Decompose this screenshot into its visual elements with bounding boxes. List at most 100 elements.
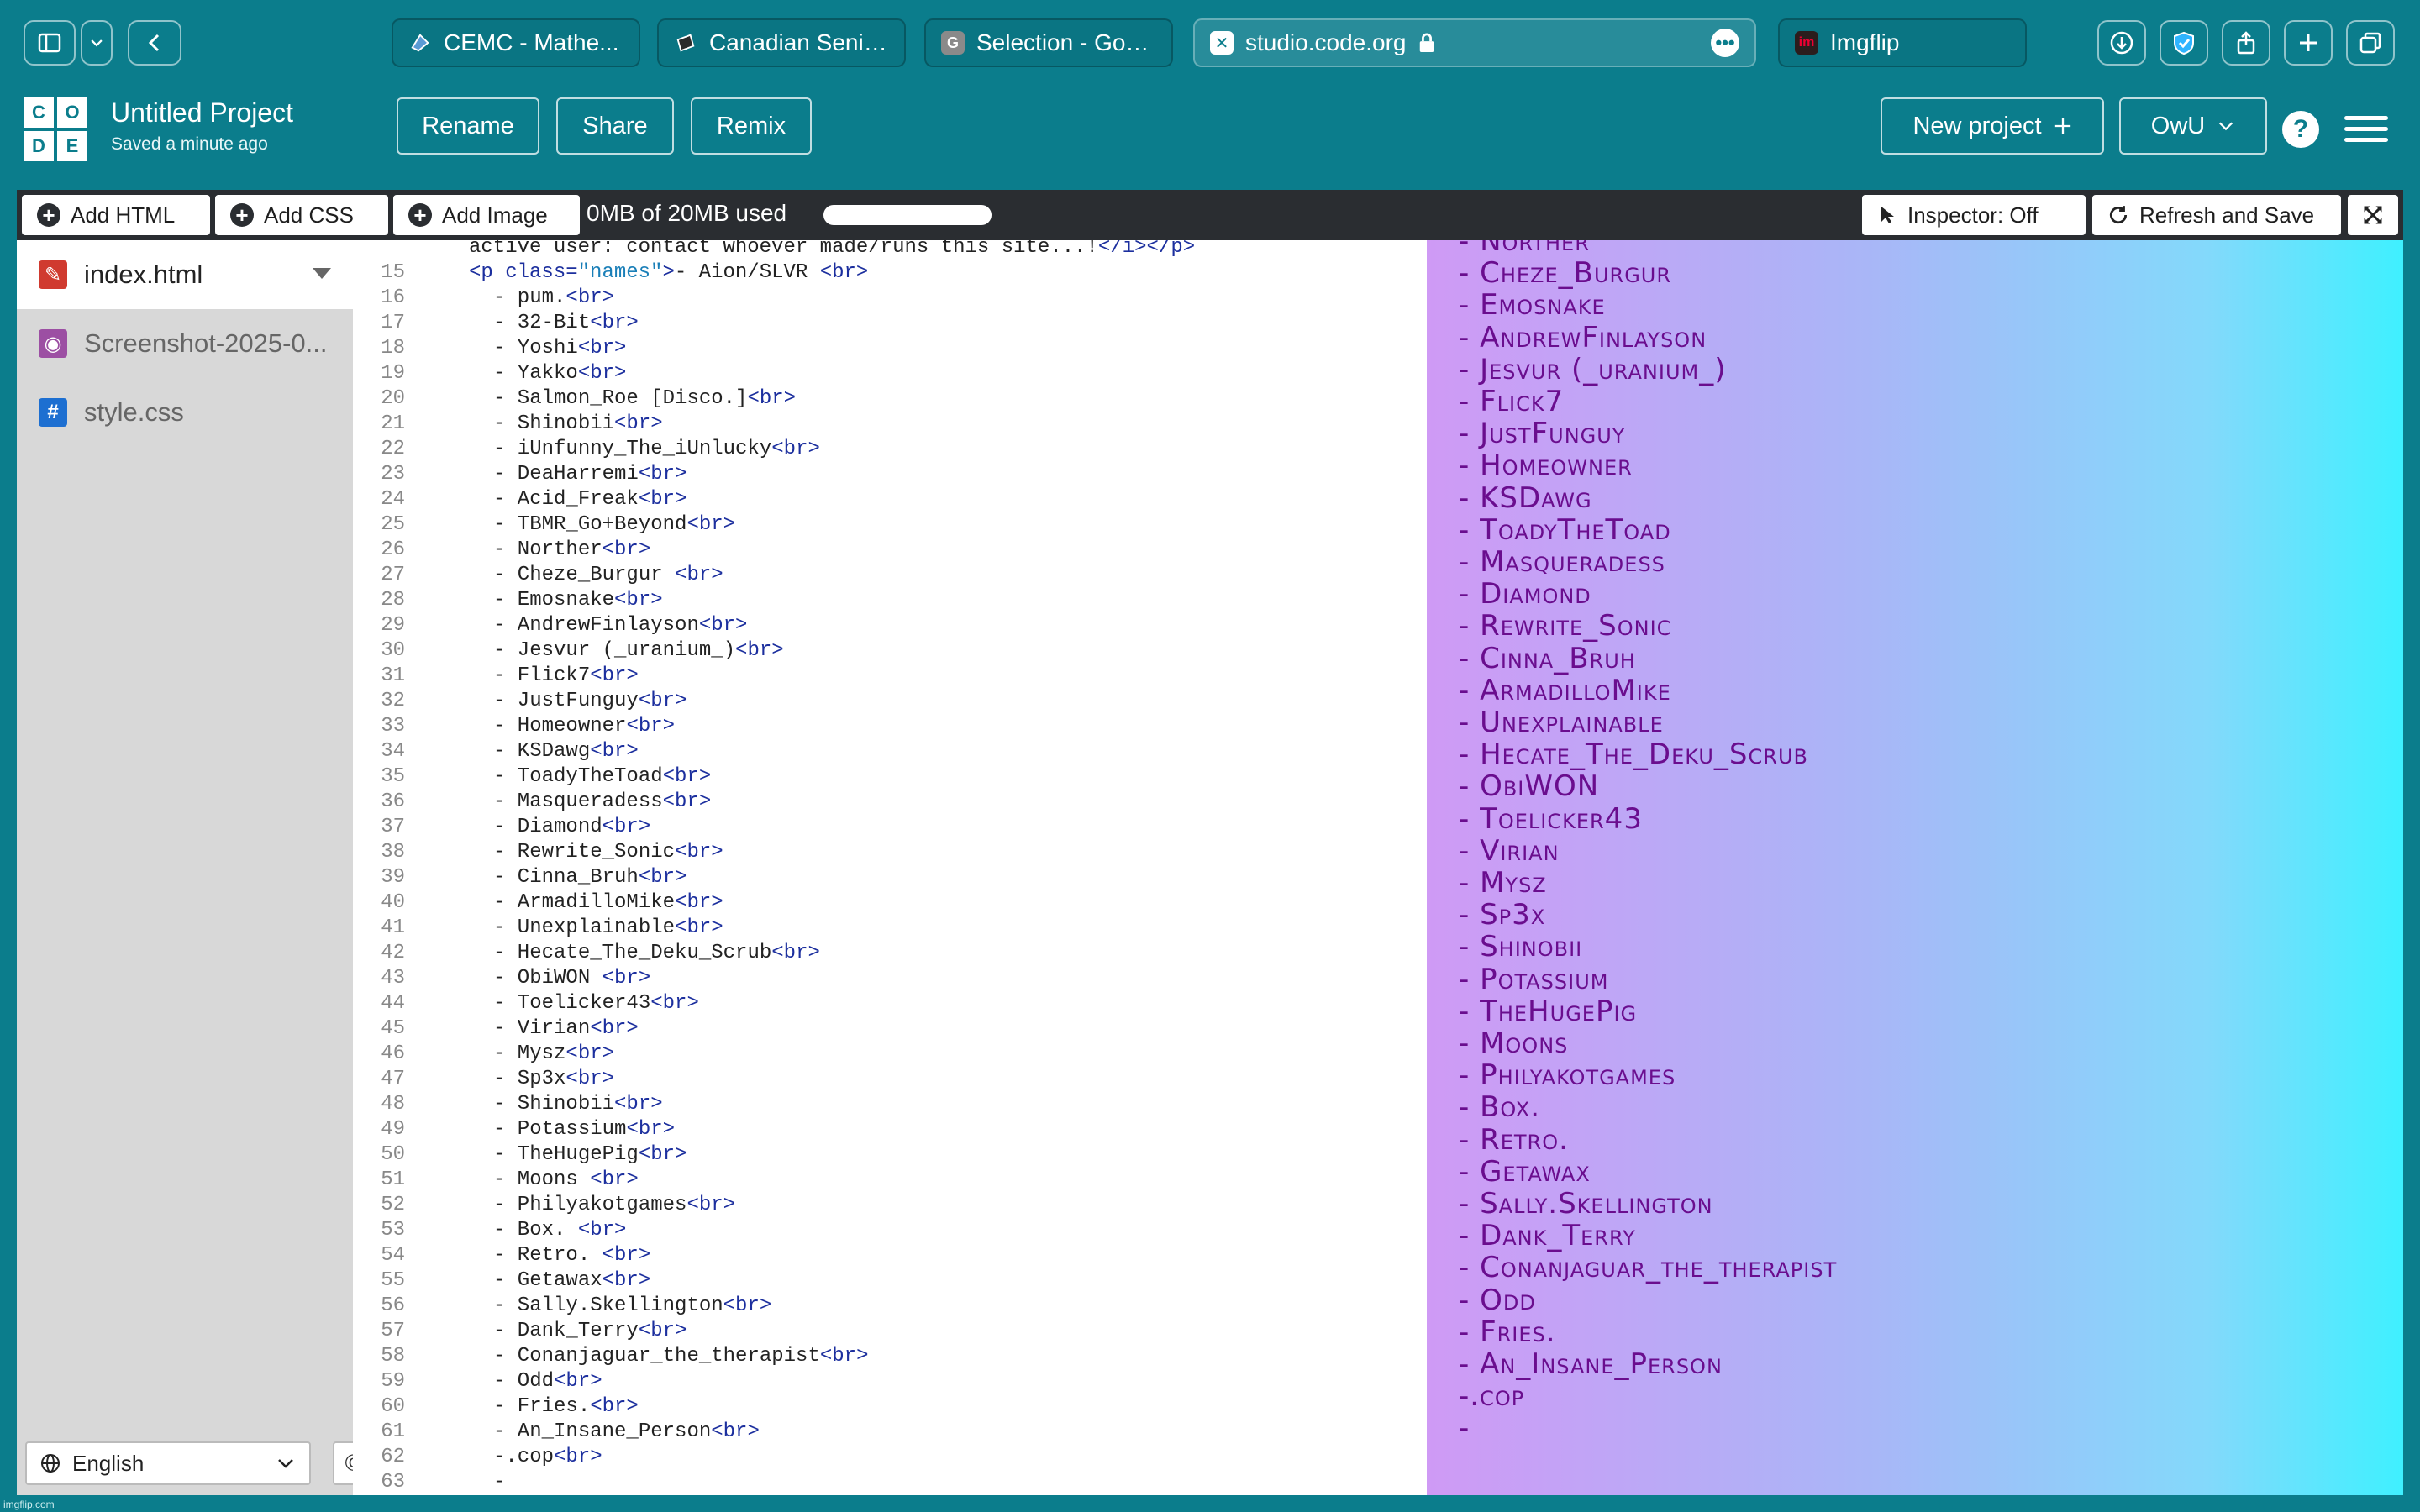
code-fragment: - Mysz xyxy=(493,1042,566,1065)
tab-imgflip[interactable]: im Imgflip xyxy=(1778,18,2027,67)
share-button[interactable]: Share xyxy=(556,97,674,155)
line-number: 47 xyxy=(381,1068,405,1090)
html-tag: <br> xyxy=(735,639,784,662)
code-line: 48 - Shinobii<br> xyxy=(353,1092,1427,1117)
downloads-button[interactable] xyxy=(2097,20,2146,66)
code-text: - Getawax<br> xyxy=(493,1268,650,1294)
line-number: 21 xyxy=(381,412,405,435)
help-button[interactable]: ? xyxy=(2282,111,2319,148)
line-number: 38 xyxy=(381,841,405,864)
file-item-index-html[interactable]: ✎ index.html xyxy=(17,240,353,309)
code-line: 60 - Fries.<br> xyxy=(353,1394,1427,1420)
expand-icon xyxy=(2364,206,2382,224)
preview-name-line: - Diamond xyxy=(1459,577,1591,612)
cemc-icon xyxy=(674,31,697,55)
line-number: 39 xyxy=(381,866,405,889)
refresh-label: Refresh and Save xyxy=(2139,202,2315,228)
inspector-toggle-button[interactable]: Inspector: Off xyxy=(1862,195,2086,235)
line-number: 48 xyxy=(381,1093,405,1116)
caret-down-icon[interactable] xyxy=(313,268,331,279)
user-menu-button[interactable]: OwU xyxy=(2119,97,2267,155)
remix-button[interactable]: Remix xyxy=(691,97,812,155)
chevron-down-icon xyxy=(278,1459,293,1468)
add-css-button[interactable]: + Add CSS xyxy=(215,195,388,235)
refresh-and-save-button[interactable]: Refresh and Save xyxy=(2092,195,2341,235)
globe-icon xyxy=(41,1454,60,1473)
tab-overview-button[interactable] xyxy=(2346,20,2395,66)
code-fragment: - Yoshi xyxy=(493,337,578,360)
html-tag: <br> xyxy=(638,1143,687,1166)
line-number: 23 xyxy=(381,463,405,486)
code-line: 31 - Flick7<br> xyxy=(353,664,1427,689)
add-html-button[interactable]: + Add HTML xyxy=(22,195,210,235)
html-tag: <br> xyxy=(638,866,687,889)
storage-usage-text: 0MB of 20MB used xyxy=(587,200,787,226)
code-editor[interactable]: active user: contact whoever made/runs t… xyxy=(353,240,1427,1495)
fullscreen-button[interactable] xyxy=(2348,195,2398,235)
file-item-style-css[interactable]: # style.css xyxy=(17,378,353,447)
chevron-down-icon xyxy=(2219,122,2233,131)
preview-name-line: - Philyakotgames xyxy=(1459,1058,1676,1093)
new-project-button[interactable]: New project xyxy=(1881,97,2104,155)
tab-selection-google[interactable]: G Selection - Goo... xyxy=(924,18,1173,67)
html-tag: <br> xyxy=(662,790,712,813)
hamburger-menu-icon[interactable] xyxy=(2344,109,2388,148)
preview-name-line: - Box. xyxy=(1459,1090,1541,1125)
add-css-label: Add CSS xyxy=(264,202,354,228)
code-text: - Jesvur (_uranium_)<br> xyxy=(493,638,784,664)
code-fragment: - xyxy=(493,1471,518,1494)
preview-name-line: - Hecate_The_Deku_Scrub xyxy=(1459,738,1808,772)
tab-studio-code-org[interactable]: ✕ studio.code.org ••• xyxy=(1193,18,1756,67)
file-item-screenshot[interactable]: ◉ Screenshot-2025-0... xyxy=(17,309,353,378)
code-text: - Box. <br> xyxy=(493,1218,626,1243)
language-select[interactable]: English xyxy=(25,1441,311,1485)
line-number: 22 xyxy=(381,438,405,460)
line-number: 31 xyxy=(381,664,405,687)
html-file-icon: ✎ xyxy=(39,260,67,289)
add-image-label: Add Image xyxy=(442,202,548,228)
tab-canadian-senior[interactable]: Canadian Senior... xyxy=(657,18,906,67)
plus-icon xyxy=(2300,34,2317,51)
tab-label: Canadian Senior... xyxy=(709,29,889,55)
html-tag: <br> xyxy=(602,967,651,990)
html-tag: <br> xyxy=(590,664,639,687)
html-tag: <br> xyxy=(819,261,869,284)
code-text: - xyxy=(493,1470,518,1495)
tab-label: Selection - Goo... xyxy=(976,29,1156,55)
add-image-button[interactable]: + Add Image xyxy=(393,195,580,235)
code-text: - Emosnake<br> xyxy=(493,588,663,613)
new-tab-button[interactable] xyxy=(2284,20,2333,66)
code-line: 44 - Toelicker43<br> xyxy=(353,991,1427,1016)
line-number: 37 xyxy=(381,816,405,838)
preview-name-line: - Sally.Skellington xyxy=(1459,1187,1713,1221)
back-button[interactable] xyxy=(128,20,182,66)
html-tag: <br> xyxy=(638,690,687,712)
share-page-button[interactable] xyxy=(2222,20,2270,66)
preview-name-line: - Homeowner xyxy=(1459,449,1633,483)
sidebar-toggle-button[interactable] xyxy=(24,20,76,66)
code-org-logo[interactable]: C O D E xyxy=(24,97,87,161)
remix-label: Remix xyxy=(716,112,786,139)
code-fragment: - Acid_Freak xyxy=(493,488,639,511)
live-preview-pane[interactable]: - Norther - Cheze_Burgur - Emosnake - Andre… xyxy=(1427,240,2403,1495)
rename-button[interactable]: Rename xyxy=(397,97,539,155)
line-number: 51 xyxy=(381,1168,405,1191)
line-number: 46 xyxy=(381,1042,405,1065)
code-fragment: - Flick7 xyxy=(493,664,591,687)
html-tag: <br> xyxy=(577,337,627,360)
html-tag: <br> xyxy=(614,412,663,435)
line-number: 59 xyxy=(381,1370,405,1393)
code-line: 40 - ArmadilloMike<br> xyxy=(353,890,1427,916)
code-fragment: - Fries. xyxy=(493,1395,591,1418)
code-text: - pum.<br> xyxy=(493,286,614,311)
more-options-icon[interactable]: ••• xyxy=(1711,29,1739,57)
code-line: 49 - Potassium<br> xyxy=(353,1117,1427,1142)
preview-name-line: - Fries. xyxy=(1459,1315,1556,1349)
line-number: 24 xyxy=(381,488,405,511)
tab-cemc-math[interactable]: CEMC - Mathe... xyxy=(392,18,640,67)
tab-group-menu-button[interactable] xyxy=(81,20,113,66)
code-text: - DeaHarremi<br> xyxy=(493,462,687,487)
file-browser-panel: ✎ index.html ◉ Screenshot-2025-0... # st… xyxy=(17,240,375,1495)
code-fragment: - DeaHarremi xyxy=(493,463,639,486)
privacy-shield-button[interactable] xyxy=(2160,20,2208,66)
